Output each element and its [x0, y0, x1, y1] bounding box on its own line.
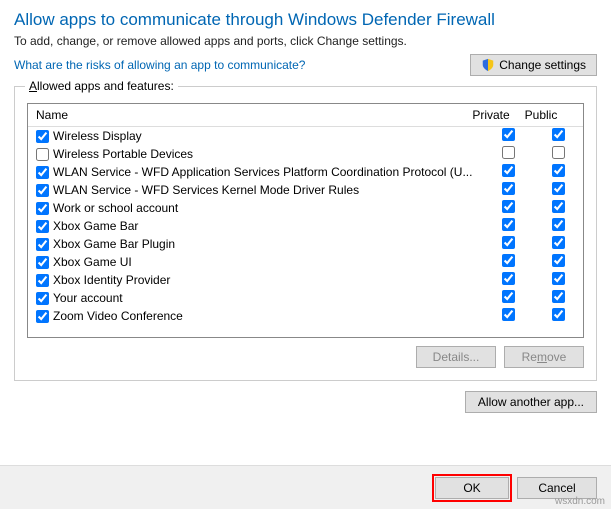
app-enabled-checkbox[interactable] [36, 166, 49, 179]
app-name-label: WLAN Service - WFD Application Services … [53, 165, 472, 179]
public-checkbox[interactable] [552, 290, 565, 303]
app-enabled-checkbox[interactable] [36, 202, 49, 215]
group-label: Allowed apps and features: [25, 79, 178, 93]
private-checkbox[interactable] [502, 272, 515, 285]
allowed-apps-group: Allowed apps and features: Name Private … [14, 86, 597, 381]
private-checkbox[interactable] [502, 200, 515, 213]
app-enabled-checkbox[interactable] [36, 310, 49, 323]
apps-list: Name Private Public Wireless DisplayWire… [27, 103, 584, 338]
change-settings-button[interactable]: Change settings [470, 54, 597, 76]
app-name-label: Xbox Game Bar Plugin [53, 237, 175, 251]
ok-button[interactable]: OK [435, 477, 509, 499]
app-name-label: Wireless Display [53, 129, 142, 143]
page-title: Allow apps to communicate through Window… [14, 10, 597, 30]
public-checkbox[interactable] [552, 218, 565, 231]
private-checkbox[interactable] [502, 236, 515, 249]
table-row[interactable]: Zoom Video Conference [28, 307, 583, 325]
remove-button[interactable]: Remove [504, 346, 584, 368]
app-name-label: Xbox Identity Provider [53, 273, 170, 287]
private-checkbox[interactable] [502, 146, 515, 159]
list-header: Name Private Public [28, 104, 583, 127]
public-checkbox[interactable] [552, 128, 565, 141]
app-enabled-checkbox[interactable] [36, 130, 49, 143]
app-name-label: Xbox Game UI [53, 255, 132, 269]
page-subtitle: To add, change, or remove allowed apps a… [14, 34, 597, 48]
allow-another-app-button[interactable]: Allow another app... [465, 391, 597, 413]
list-body[interactable]: Wireless Display Wireless Portable Device… [28, 127, 583, 337]
public-checkbox[interactable] [552, 254, 565, 267]
private-checkbox[interactable] [502, 164, 515, 177]
app-name-label: Zoom Video Conference [53, 309, 183, 323]
cancel-button[interactable]: Cancel [517, 477, 597, 499]
app-enabled-checkbox[interactable] [36, 274, 49, 287]
private-checkbox[interactable] [502, 290, 515, 303]
app-name-label: Work or school account [53, 201, 178, 215]
private-checkbox[interactable] [502, 308, 515, 321]
app-enabled-checkbox[interactable] [36, 256, 49, 269]
app-enabled-checkbox[interactable] [36, 292, 49, 305]
table-row[interactable]: Work or school account [28, 199, 583, 217]
public-checkbox[interactable] [552, 164, 565, 177]
table-row[interactable]: Wireless Display [28, 127, 583, 145]
app-name-label: Xbox Game Bar [53, 219, 138, 233]
private-checkbox[interactable] [502, 254, 515, 267]
private-checkbox[interactable] [502, 128, 515, 141]
public-checkbox[interactable] [552, 308, 565, 321]
app-enabled-checkbox[interactable] [36, 184, 49, 197]
public-checkbox[interactable] [552, 200, 565, 213]
app-name-label: Wireless Portable Devices [53, 147, 193, 161]
table-row[interactable]: Xbox Identity Provider [28, 271, 583, 289]
dialog-footer: OK Cancel [0, 465, 611, 509]
risks-link[interactable]: What are the risks of allowing an app to… [14, 58, 305, 72]
column-name[interactable]: Name [28, 104, 466, 126]
app-enabled-checkbox[interactable] [36, 220, 49, 233]
table-row[interactable]: Your account [28, 289, 583, 307]
column-public[interactable]: Public [516, 104, 566, 126]
private-checkbox[interactable] [502, 218, 515, 231]
app-enabled-checkbox[interactable] [36, 238, 49, 251]
public-checkbox[interactable] [552, 146, 565, 159]
app-name-label: Your account [53, 291, 123, 305]
table-row[interactable]: Wireless Portable Devices [28, 145, 583, 163]
column-private[interactable]: Private [466, 104, 516, 126]
table-row[interactable]: WLAN Service - WFD Application Services … [28, 163, 583, 181]
public-checkbox[interactable] [552, 236, 565, 249]
public-checkbox[interactable] [552, 182, 565, 195]
table-row[interactable]: Xbox Game Bar [28, 217, 583, 235]
app-enabled-checkbox[interactable] [36, 148, 49, 161]
shield-icon [481, 58, 495, 72]
app-name-label: WLAN Service - WFD Services Kernel Mode … [53, 183, 359, 197]
change-settings-label: Change settings [499, 58, 586, 72]
table-row[interactable]: WLAN Service - WFD Services Kernel Mode … [28, 181, 583, 199]
public-checkbox[interactable] [552, 272, 565, 285]
table-row[interactable]: Xbox Game Bar Plugin [28, 235, 583, 253]
table-row[interactable]: Xbox Game UI [28, 253, 583, 271]
details-button[interactable]: Details... [416, 346, 496, 368]
private-checkbox[interactable] [502, 182, 515, 195]
